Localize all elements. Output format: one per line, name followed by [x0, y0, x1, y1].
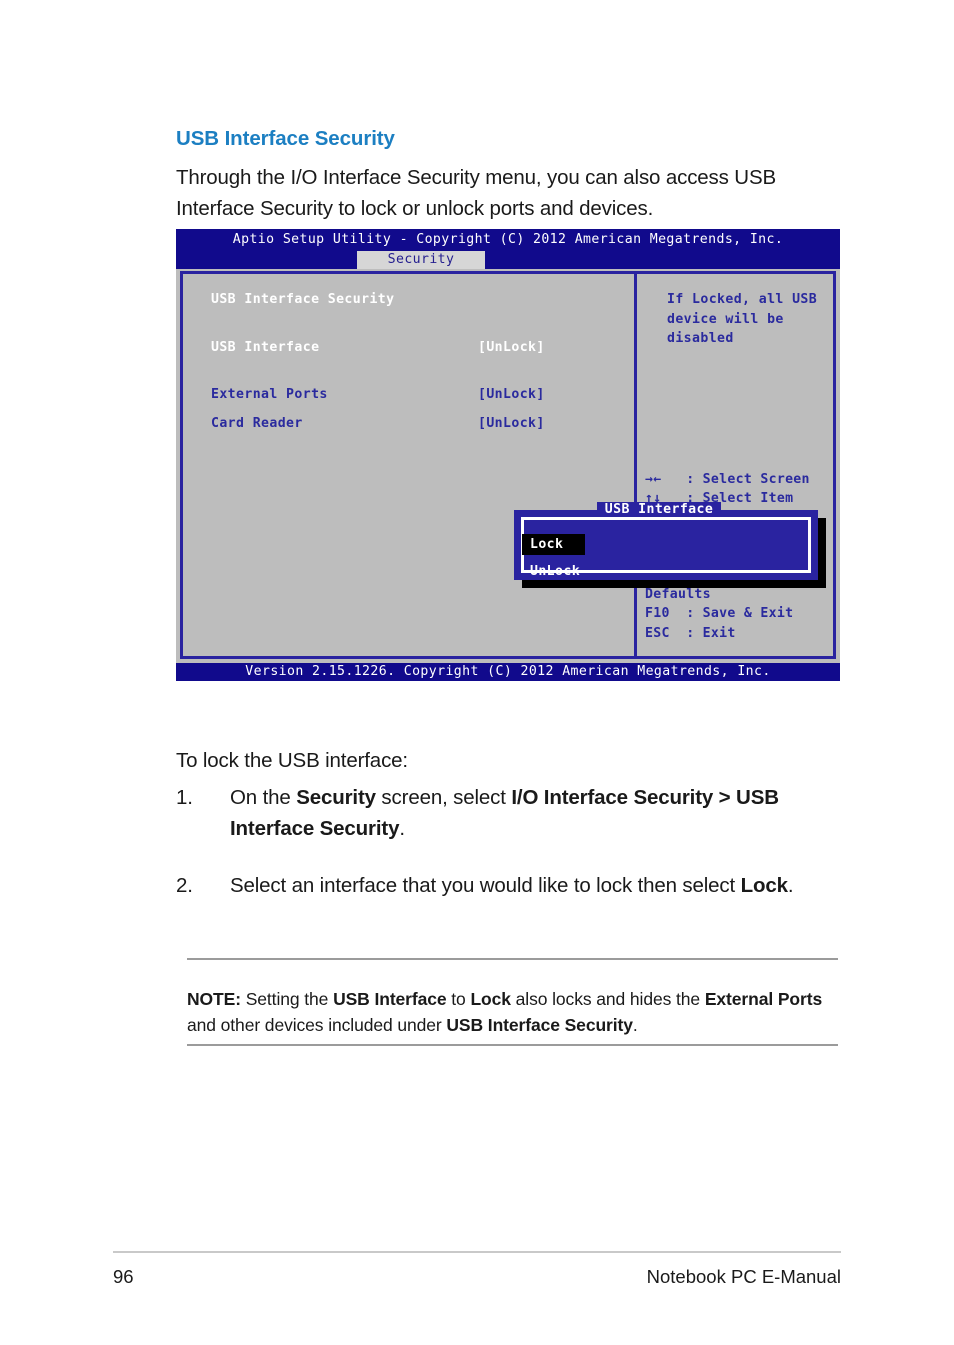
note-divider-bottom	[187, 1044, 838, 1046]
page-number: 96	[113, 1266, 134, 1287]
popup-option-lock[interactable]: Lock	[522, 534, 586, 555]
setting-label: USB Interface	[211, 340, 320, 355]
setting-label: External Ports	[211, 387, 328, 402]
setting-value[interactable]: [UnLock]	[478, 387, 545, 402]
bios-footer-bar: Version 2.15.1226. Copyright (C) 2012 Am…	[176, 663, 840, 681]
popup-title-text: USB Interface	[596, 502, 722, 517]
step-number: 1.	[176, 786, 193, 809]
bios-tab-row: Security	[176, 251, 840, 269]
bios-screenshot-figure: Aptio Setup Utility - Copyright (C) 2012…	[176, 229, 840, 681]
note-divider-top	[187, 958, 838, 960]
bios-title-bar: Aptio Setup Utility - Copyright (C) 2012…	[176, 229, 840, 251]
note-text: NOTE: Setting the USB Interface to Lock …	[187, 989, 823, 1035]
popup-option-unlock[interactable]: UnLock	[530, 562, 580, 581]
step-text: On the Security screen, select I/O Inter…	[230, 786, 779, 840]
manual-page: USB Interface Security Through the I/O I…	[0, 0, 954, 1345]
setting-value[interactable]: [UnLock]	[478, 340, 545, 355]
help-description: If Locked, all USB device will be disabl…	[667, 292, 818, 346]
tab-security[interactable]: Security	[357, 251, 485, 269]
steps-lead-in: To lock the USB interface:	[176, 748, 408, 772]
step-item-1: 1. On the Security screen, select I/O In…	[176, 782, 848, 844]
settings-group-heading: USB Interface Security	[211, 292, 395, 307]
bios-body-inner: USB Interface Security USB Interface [Un…	[183, 274, 833, 656]
page-title: USB Interface Security	[176, 127, 395, 150]
setting-value[interactable]: [UnLock]	[478, 416, 545, 431]
footer-divider	[113, 1251, 841, 1253]
bios-help-pane: If Locked, all USB device will be disabl…	[637, 274, 833, 656]
step-number: 2.	[176, 874, 193, 897]
bios-settings-pane: USB Interface Security USB Interface [Un…	[183, 274, 634, 656]
intro-paragraph: Through the I/O Interface Security menu,…	[176, 165, 777, 220]
step-text: Select an interface that you would like …	[230, 874, 794, 897]
bios-screen: Aptio Setup Utility - Copyright (C) 2012…	[176, 229, 840, 681]
popup-title: USB Interface	[514, 501, 804, 518]
usb-interface-popup[interactable]: USB Interface Lock UnLock	[514, 502, 818, 581]
bios-body-frame: USB Interface Security USB Interface [Un…	[180, 271, 836, 659]
setting-label: Card Reader	[211, 416, 303, 431]
manual-title: Notebook PC E-Manual	[646, 1266, 841, 1287]
step-item-2: 2. Select an interface that you would li…	[176, 870, 848, 901]
